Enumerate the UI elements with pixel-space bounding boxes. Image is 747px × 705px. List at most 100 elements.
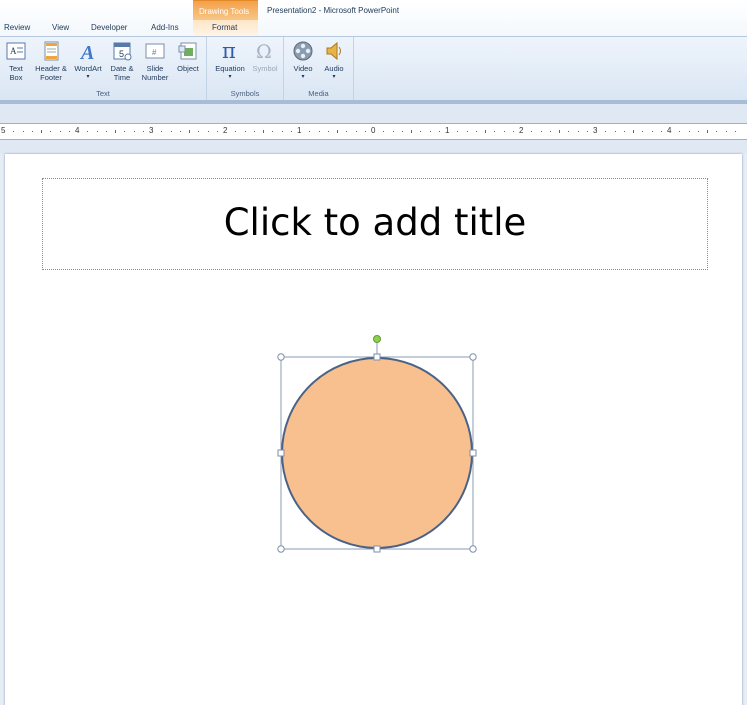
ruler-tick [161,131,163,132]
symbol-label: Symbol [252,64,278,73]
circle-shape-selection[interactable] [270,330,482,560]
ruler-tick [614,131,616,132]
ruler-tick [568,131,570,132]
wordart-button[interactable]: A WordArt ▾ [70,40,106,82]
svg-text:5: 5 [119,49,124,59]
ruler-number: 2 [519,126,524,135]
resize-handle-top-right[interactable] [469,353,477,361]
video-button[interactable]: Video ▾ [289,40,317,82]
ruler-tick [142,131,144,132]
window-title: Presentation2 - Microsoft PowerPoint [267,6,400,15]
slide-number-button[interactable]: # Slide Number [138,40,172,82]
ribbon: A Text Box Header & Footer A WordArt ▾ 5… [0,36,747,100]
ruler-tick [235,131,237,132]
text-box-icon: A [6,42,26,60]
ruler-tick [531,131,533,132]
resize-handle-bottom-left[interactable] [277,545,285,553]
ruler-tick [494,131,496,132]
ribbon-tabs: Review View Developer Add-Ins Format [0,20,747,36]
object-icon [178,42,197,60]
ruler-number: 4 [75,126,80,135]
ruler-number: 3 [149,126,154,135]
ruler-tick [272,131,274,132]
tab-review[interactable]: Review [4,23,30,32]
ruler-tick [549,131,551,132]
ruler-tick [22,131,24,132]
film-reel-icon [293,41,313,61]
symbol-button[interactable]: Ω Symbol [249,40,281,73]
ruler-tick [263,130,264,133]
svg-text:#: # [152,48,157,57]
ruler-tick [457,131,459,132]
ruler-tick [179,131,181,132]
ruler-number: 1 [297,126,302,135]
ruler-tick [485,130,486,133]
ruler-tick [13,131,15,132]
resize-handle-left[interactable] [277,449,285,457]
chevron-down-icon: ▾ [301,74,305,80]
object-button[interactable]: Object [173,40,203,73]
audio-button[interactable]: Audio ▾ [320,40,348,82]
chevron-down-icon: ▾ [86,74,90,80]
date-time-icon: 5 [113,42,132,61]
ruler-tick [281,131,283,132]
ruler-tick [725,131,727,132]
title-placeholder-text: Click to add title [223,201,527,244]
ruler-tick [253,131,255,132]
ruler-tick [559,130,560,133]
ruler-tick [577,131,579,132]
ruler-tick [605,131,607,132]
date-time-button[interactable]: 5 Date & Time [107,40,137,82]
tab-format[interactable]: Format [212,23,237,32]
ruler-tick [133,131,135,132]
ruler-number: 4 [667,126,672,135]
pi-icon: π [222,40,236,62]
ruler-tick [512,131,514,132]
ruler-tick [207,131,209,132]
wordart-label: WordArt [74,64,102,73]
resize-handle-right[interactable] [469,449,477,457]
chevron-down-icon: ▾ [332,74,336,80]
ruler-tick [503,131,505,132]
header-footer-label: Header & Footer [35,64,67,82]
speaker-icon [326,41,341,61]
ruler-tick [623,131,625,132]
ruler-tick [68,131,70,132]
resize-handle-top-left[interactable] [277,353,285,361]
tab-view[interactable]: View [52,23,69,32]
context-group-label: Drawing Tools [199,7,250,16]
ribbon-group-symbols: π Equation ▾ Ω Symbol Symbols [207,37,284,100]
ruler-tick [429,131,431,132]
resize-handle-bottom-right[interactable] [469,545,477,553]
ruler-number: 3 [593,126,598,135]
header-footer-button[interactable]: Header & Footer [32,40,70,82]
ruler-tick [475,131,477,132]
horizontal-ruler[interactable]: 5 4 3 2 1 0 1 2 3 4 [0,123,747,140]
ruler-tick [198,131,200,132]
wordart-icon: A [79,42,94,62]
rotation-handle[interactable] [373,335,381,343]
ruler-tick [115,130,116,133]
text-box-label: Text Box [9,64,23,82]
title-placeholder[interactable]: Click to add title [42,178,708,270]
equation-button[interactable]: π Equation ▾ [211,40,249,82]
tab-add-ins[interactable]: Add-Ins [151,23,179,32]
ruler-tick [688,131,690,132]
group-label-media: Media [308,89,329,98]
resize-handle-top[interactable] [373,353,381,361]
ruler-tick [642,131,644,132]
tab-developer[interactable]: Developer [91,23,127,32]
ruler-area: 5 4 3 2 1 0 1 2 3 4 [0,104,747,154]
circle-shape[interactable] [281,357,473,549]
equation-label: Equation [215,64,245,73]
ruler-tick [41,130,42,133]
text-box-button[interactable]: A Text Box [2,40,30,82]
ruler-tick [651,131,653,132]
ruler-number: 2 [223,126,228,135]
resize-handle-bottom[interactable] [373,545,381,553]
ruler-tick [420,131,422,132]
chevron-down-icon: ▾ [228,74,232,80]
ribbon-group-media: Video ▾ Audio ▾ Media [284,37,354,100]
ruler-tick [392,131,394,132]
svg-text:Ω: Ω [256,41,272,62]
